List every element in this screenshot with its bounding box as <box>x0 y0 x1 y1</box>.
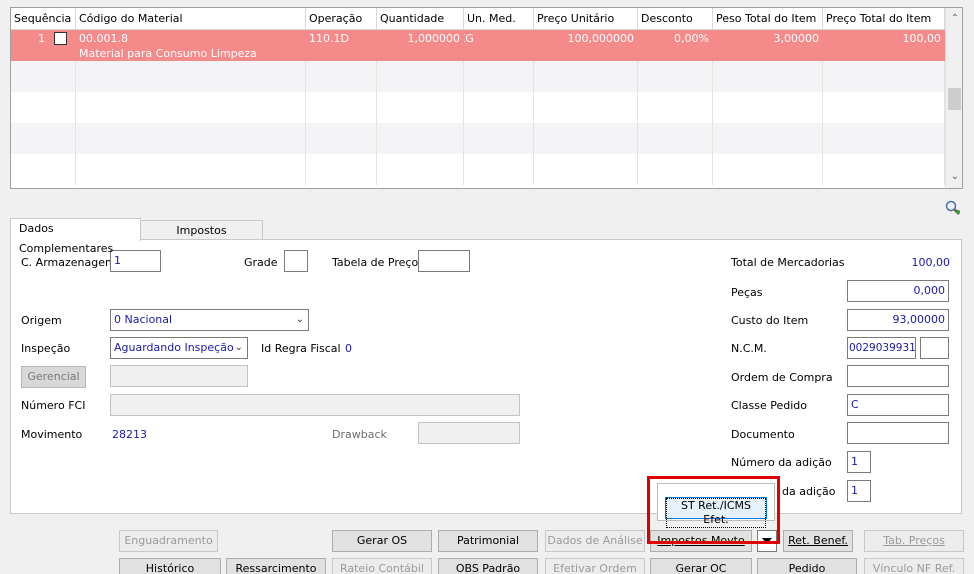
ordem-compra-input[interactable] <box>847 365 949 387</box>
id-regra-fiscal-value: 0 <box>345 342 352 355</box>
col-desconto[interactable]: Desconto <box>638 8 713 30</box>
documento-label: Documento <box>731 428 795 441</box>
row-operacao: 110.1D <box>309 32 349 45</box>
custo-item-input[interactable]: 93,00000 <box>847 309 949 331</box>
col-quantidade[interactable]: Quantidade <box>377 8 464 30</box>
total-mercadorias-label: Total de Mercadorias <box>731 256 845 269</box>
row-codigo: 00.001.8 <box>79 32 128 45</box>
chevron-down-icon: ⌄ <box>234 342 243 353</box>
col-peso-total[interactable]: Peso Total do Item <box>713 8 823 30</box>
origem-select[interactable]: 0 Nacional ⌄ <box>110 309 309 331</box>
vinculo-nf-ref-button[interactable]: Vínculo NF Ref. <box>864 558 964 574</box>
row-seq: 1 <box>38 32 45 45</box>
dados-analise-button[interactable]: Dados de Análise <box>545 530 645 552</box>
numero-adicao-input[interactable]: 1 <box>847 451 871 473</box>
drawback-label: Drawback <box>332 428 387 441</box>
ordem-compra-label: Ordem de Compra <box>731 371 833 384</box>
id-regra-fiscal-label: Id Regra Fiscal <box>261 342 341 355</box>
rateio-contabil-button[interactable]: Rateio Contábil <box>332 558 432 574</box>
efetivar-ordem-button[interactable]: Efetivar Ordem <box>545 558 645 574</box>
grid-scrollbar[interactable]: ⌃ ⌄ <box>945 8 962 188</box>
table-row-empty[interactable] <box>11 61 945 92</box>
table-row-empty[interactable] <box>11 123 945 154</box>
items-grid[interactable]: Sequência Código do Material Operação Qu… <box>10 7 963 189</box>
movimento-label: Movimento <box>21 428 83 441</box>
zoom-icon[interactable] <box>945 200 961 216</box>
grade-label: Grade <box>244 256 278 269</box>
numero-fci-label: Número FCI <box>21 399 86 412</box>
grade-input[interactable] <box>284 250 308 272</box>
pecas-input[interactable]: 0,000 <box>847 280 949 302</box>
enquadramento-button[interactable]: Enguadramento <box>119 530 218 552</box>
row-quantidade: 1,000000 <box>407 32 461 45</box>
gerar-os-button[interactable]: Gerar OS <box>332 530 432 552</box>
ret-benef-button[interactable]: Ret. Benef. <box>783 530 853 552</box>
origem-value: 0 Nacional <box>114 313 173 326</box>
tabela-preco-input[interactable] <box>418 250 470 272</box>
c-armazenagem-input[interactable]: 1 <box>110 250 161 272</box>
gerar-oc-button[interactable]: Gerar OC <box>650 558 752 574</box>
documento-input[interactable] <box>847 422 949 444</box>
tabela-preco-label: Tabela de Preço <box>332 256 419 269</box>
drawback-input <box>418 422 520 444</box>
ncm-input[interactable]: 0029039931 <box>847 337 916 359</box>
table-row[interactable]: 1 00.001.8 Material para Consumo Limpeza… <box>11 30 945 61</box>
inspecao-label: Inspeção <box>21 342 71 355</box>
col-sequencia[interactable]: Sequência <box>11 8 76 30</box>
gerencial-button[interactable]: Gerencial <box>21 366 86 388</box>
row-unidade: KG <box>464 32 474 45</box>
total-mercadorias-value: 100,00 <box>911 256 951 269</box>
col-preco-unitario[interactable]: Preço Unitário <box>534 8 638 30</box>
inspecao-select[interactable]: Aguardando Inspeção ⌄ <box>110 337 248 359</box>
chevron-down-icon: ⌄ <box>295 314 304 325</box>
col-unidade[interactable]: Un. Med. <box>464 8 534 30</box>
movimento-value: 28213 <box>112 428 147 441</box>
row-desconto: 0,00% <box>674 32 709 45</box>
origem-label: Origem <box>21 314 62 327</box>
ncm-label: N.C.M. <box>731 342 767 355</box>
obs-padrao-button[interactable]: OBS Padrão <box>438 558 538 574</box>
classe-pedido-input[interactable]: C <box>847 394 949 416</box>
highlight-box <box>647 476 780 544</box>
tab-impostos[interactable]: Impostos <box>140 220 263 240</box>
col-preco-total[interactable]: Preço Total do Item <box>823 8 945 30</box>
ncm-ex-input[interactable] <box>920 337 949 359</box>
grid-header: Sequência Código do Material Operação Qu… <box>11 8 945 30</box>
scrollbar-thumb[interactable] <box>948 88 961 110</box>
row-descricao: Material para Consumo Limpeza <box>79 47 257 60</box>
custo-item-label: Custo do Item <box>731 314 809 327</box>
row-preco-unitario: 100,000000 <box>567 32 634 45</box>
gerencial-input <box>110 365 248 387</box>
patrimonial-button[interactable]: Patrimonial <box>438 530 538 552</box>
item-adicao-input[interactable]: 1 <box>847 480 871 502</box>
numero-adicao-label: Número da adição <box>731 456 832 469</box>
historico-button[interactable]: Histórico <box>119 558 221 574</box>
pedido-button[interactable]: Pedido <box>757 558 857 574</box>
ressarcimento-button[interactable]: Ressarcimento <box>226 558 326 574</box>
checkbox-icon[interactable] <box>54 32 67 45</box>
tab-precos-button[interactable]: Tab. Preços <box>864 530 964 552</box>
table-row-empty[interactable] <box>11 154 945 185</box>
numero-fci-input <box>110 394 520 416</box>
row-peso-total: 3,00000 <box>773 32 820 45</box>
classe-pedido-label: Classe Pedido <box>731 399 807 412</box>
col-operacao[interactable]: Operação <box>306 8 377 30</box>
scroll-up-icon[interactable]: ⌃ <box>946 10 962 28</box>
tab-dados-complementares[interactable]: Dados Complementares <box>10 218 141 255</box>
pecas-label: Peças <box>731 286 763 299</box>
col-codigo[interactable]: Código do Material <box>76 8 306 30</box>
item-adicao-label: da adição <box>782 485 836 498</box>
row-preco-total: 100,00 <box>902 32 942 45</box>
inspecao-value: Aguardando Inspeção <box>114 341 234 354</box>
scroll-down-icon[interactable]: ⌄ <box>946 168 962 186</box>
table-row-empty[interactable] <box>11 92 945 123</box>
